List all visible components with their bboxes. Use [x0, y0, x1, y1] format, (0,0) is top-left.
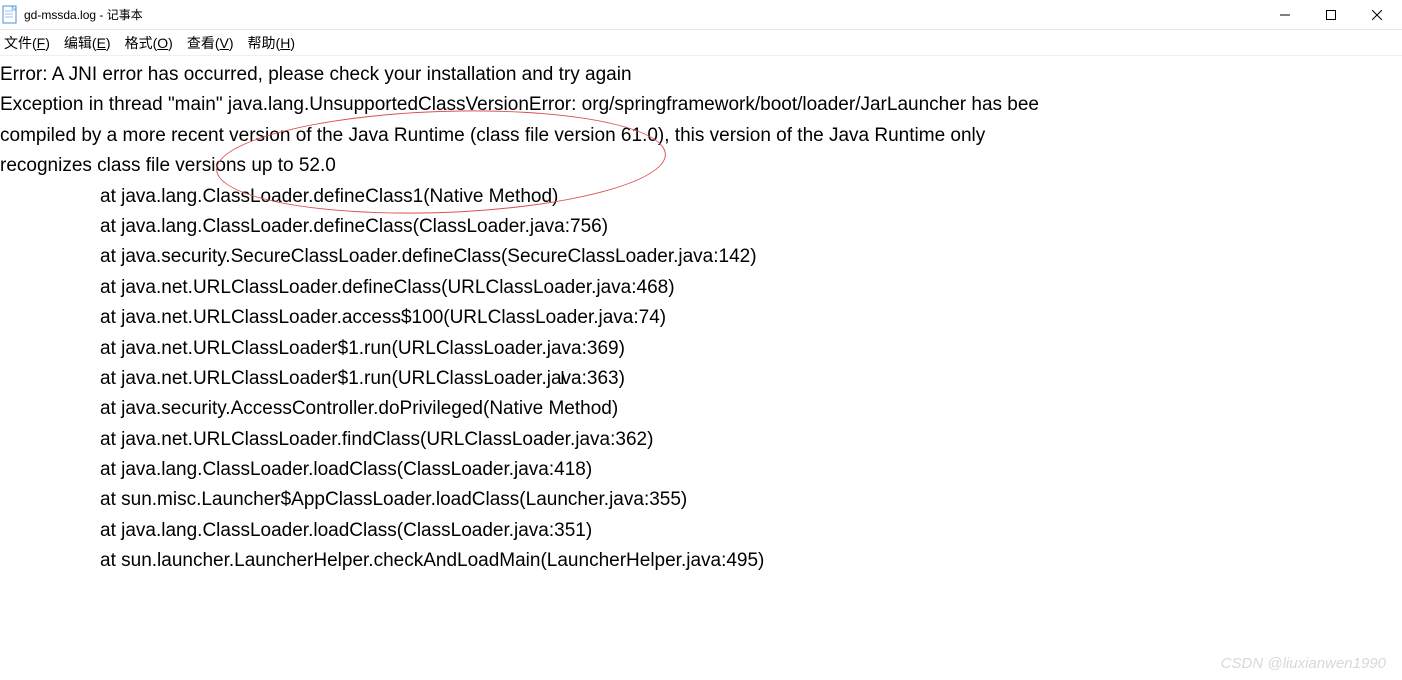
log-line: recognizes class file versions up to 52.…: [0, 151, 1402, 181]
menu-view[interactable]: 查看(V): [187, 33, 234, 53]
log-line: Exception in thread "main" java.lang.Uns…: [0, 90, 1402, 120]
log-line: Error: A JNI error has occurred, please …: [0, 60, 1402, 90]
titlebar: gd-mssda.log - 记事本: [0, 0, 1402, 30]
stack-line: at java.lang.ClassLoader.loadClass(Class…: [0, 455, 1402, 485]
menubar: 文件(F) 编辑(E) 格式(O) 查看(V) 帮助(H): [0, 30, 1402, 56]
menu-help[interactable]: 帮助(H): [248, 33, 295, 53]
log-line: compiled by a more recent version of the…: [0, 121, 1402, 151]
menu-file[interactable]: 文件(F): [4, 33, 50, 53]
close-button[interactable]: [1354, 0, 1400, 30]
window-controls: [1262, 0, 1400, 30]
minimize-button[interactable]: [1262, 0, 1308, 30]
menu-edit[interactable]: 编辑(E): [64, 33, 111, 53]
stack-line: at java.lang.ClassLoader.defineClass(Cla…: [0, 212, 1402, 242]
stack-line: at java.net.URLClassLoader.defineClass(U…: [0, 273, 1402, 303]
stack-line: at java.lang.ClassLoader.defineClass1(Na…: [0, 182, 1402, 212]
titlebar-left: gd-mssda.log - 记事本: [2, 5, 143, 25]
stack-line: at java.net.URLClassLoader$1.run(URLClas…: [0, 334, 1402, 364]
stack-line: at sun.launcher.LauncherHelper.checkAndL…: [0, 546, 1402, 576]
stack-line: at java.net.URLClassLoader.findClass(URL…: [0, 425, 1402, 455]
stack-line: at java.net.URLClassLoader.access$100(UR…: [0, 303, 1402, 333]
stack-line: at java.net.URLClassLoader$1.run(URLClas…: [0, 364, 1402, 394]
maximize-button[interactable]: [1308, 0, 1354, 30]
stack-line: at java.security.SecureClassLoader.defin…: [0, 242, 1402, 272]
notepad-icon: [2, 5, 18, 25]
watermark: CSDN @liuxianwen1990: [1221, 655, 1386, 672]
stack-line: at java.lang.ClassLoader.loadClass(Class…: [0, 516, 1402, 546]
window-title: gd-mssda.log - 记事本: [24, 6, 143, 23]
stack-line: at sun.misc.Launcher$AppClassLoader.load…: [0, 485, 1402, 515]
stack-line: at java.security.AccessController.doPriv…: [0, 394, 1402, 424]
text-area[interactable]: Error: A JNI error has occurred, please …: [0, 56, 1402, 577]
menu-format[interactable]: 格式(O): [125, 33, 173, 53]
